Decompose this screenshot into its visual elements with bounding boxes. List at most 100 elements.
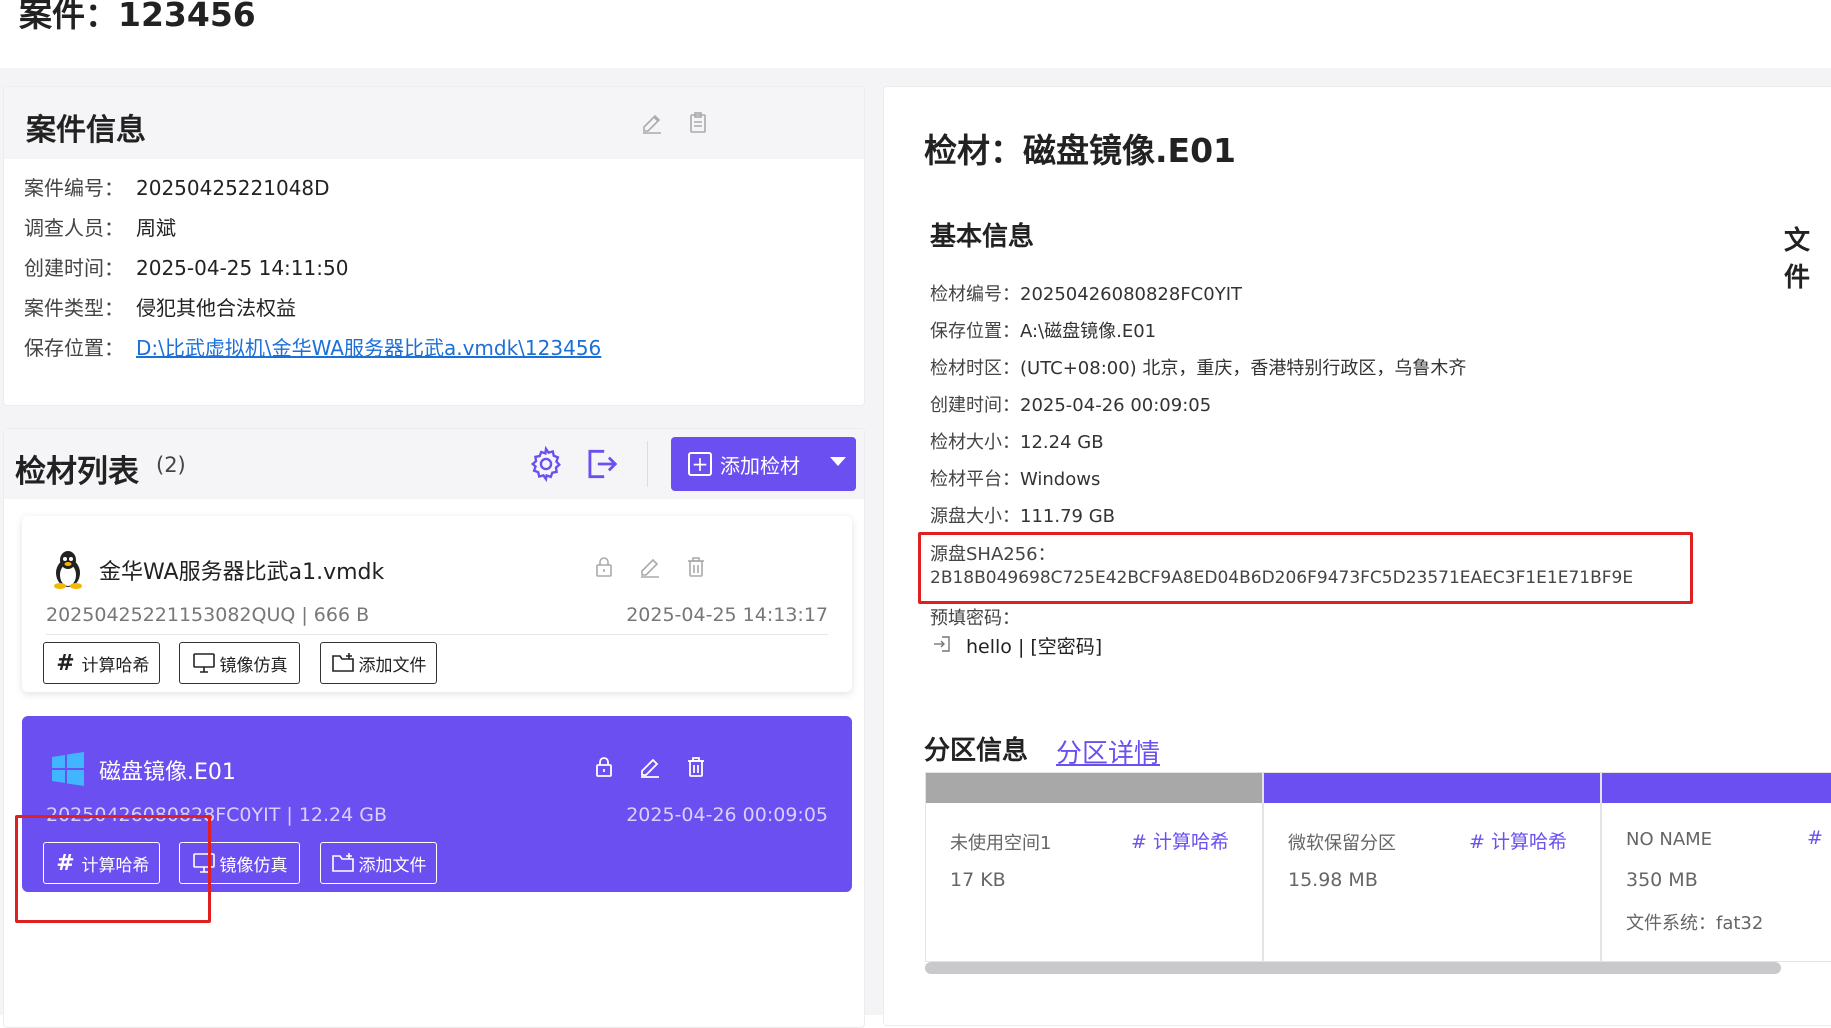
detail-row: 源盘大小：111.79 GB bbox=[930, 502, 1115, 528]
add-file-label: 添加文件 bbox=[358, 655, 427, 676]
password-value: hello | [空密码] bbox=[966, 636, 1103, 658]
investigator-label: 调查人员： bbox=[24, 216, 124, 240]
header-divider bbox=[647, 441, 648, 487]
basic-info-title: 基本信息 bbox=[930, 222, 1035, 252]
detail-label: 检材平台： bbox=[930, 469, 1020, 490]
evidence-list-title: 检材列表 bbox=[15, 454, 139, 490]
detail-value: 2025-04-26 00:09:05 bbox=[1020, 395, 1212, 416]
partition-name: NO NAME bbox=[1626, 829, 1713, 850]
partition-card[interactable]: 未使用空间1 # 计算哈希 17 KB bbox=[925, 772, 1263, 962]
detail-row: 保存位置：A:\磁盘镜像.E01 bbox=[930, 317, 1156, 343]
dropdown-caret-icon[interactable] bbox=[830, 457, 846, 466]
edit-icon[interactable] bbox=[640, 111, 664, 135]
partition-card[interactable]: NO NAME # 350 MB 文件系统：fat32 bbox=[1601, 772, 1831, 962]
partition-card[interactable]: 微软保留分区 # 计算哈希 15.98 MB bbox=[1263, 772, 1601, 962]
plus-icon: + bbox=[688, 452, 712, 476]
save-location-label: 保存位置： bbox=[24, 336, 124, 360]
password-label: 预填密码： bbox=[930, 608, 1020, 629]
detail-label: 保存位置： bbox=[930, 321, 1020, 342]
partition-hash-button[interactable]: # bbox=[1807, 827, 1823, 849]
case-info-title: 案件信息 bbox=[26, 113, 146, 148]
horizontal-scrollbar[interactable] bbox=[925, 962, 1781, 974]
evidence-date: 2025-04-26 00:09:05 bbox=[626, 804, 828, 826]
partition-size: 15.98 MB bbox=[1288, 869, 1378, 891]
evidence-list-header: 检材列表 (2) + 添加检材 bbox=[4, 429, 864, 499]
evidence-name: 磁盘镜像.E01 bbox=[99, 760, 236, 785]
created-time-label: 创建时间： bbox=[24, 256, 124, 280]
compute-hash-label: 计算哈希 bbox=[81, 655, 150, 676]
case-type-label: 案件类型： bbox=[24, 296, 124, 320]
add-evidence-button[interactable]: + 添加检材 bbox=[671, 437, 856, 491]
linux-tux-icon bbox=[54, 551, 82, 589]
partition-hash-button[interactable]: # 计算哈希 bbox=[1131, 827, 1229, 854]
save-location-link[interactable]: D:\比武虚拟机\金华WA服务器比武a.vmdk\123456 bbox=[136, 336, 601, 360]
divider bbox=[46, 634, 828, 635]
compute-hash-button[interactable]: # 计算哈希 bbox=[43, 642, 160, 684]
detail-value: 111.79 GB bbox=[1020, 506, 1116, 527]
detail-label: 源盘大小： bbox=[930, 506, 1020, 527]
trash-icon[interactable] bbox=[684, 555, 708, 579]
partition-bar bbox=[1602, 773, 1831, 803]
detail-row: 创建时间：2025-04-26 00:09:05 bbox=[930, 391, 1211, 417]
add-file-button[interactable]: 添加文件 bbox=[320, 842, 437, 884]
partition-bar bbox=[926, 773, 1262, 803]
detail-value: A:\磁盘镜像.E01 bbox=[1020, 321, 1157, 342]
partition-hash-button[interactable]: # 计算哈希 bbox=[1469, 827, 1567, 854]
monitor-icon bbox=[192, 653, 215, 673]
detail-row: 检材大小：12.24 GB bbox=[930, 428, 1104, 454]
partition-size: 350 MB bbox=[1626, 869, 1698, 891]
evidence-count: (2) bbox=[156, 453, 186, 477]
detail-value: Windows bbox=[1020, 469, 1101, 490]
detail-value: 12.24 GB bbox=[1020, 432, 1104, 453]
detail-value: (UTC+08:00) 北京，重庆，香港特别行政区，乌鲁木齐 bbox=[1020, 358, 1467, 379]
highlight-box bbox=[15, 815, 211, 923]
clipboard-icon[interactable] bbox=[686, 111, 710, 135]
detail-row: 检材编号：20250426080828FC0YIT bbox=[930, 280, 1242, 306]
image-emulate-label: 镜像仿真 bbox=[219, 855, 288, 876]
partition-filesystem: 文件系统：fat32 bbox=[1626, 913, 1764, 934]
highlight-box bbox=[918, 532, 1693, 604]
detail-label: 创建时间： bbox=[930, 395, 1020, 416]
created-time-value: 2025-04-25 14:11:50 bbox=[136, 256, 349, 280]
save-location-row: 保存位置： D:\比武虚拟机\金华WA服务器比武a.vmdk\123456 bbox=[24, 332, 601, 361]
created-time-row: 创建时间： 2025-04-25 14:11:50 bbox=[24, 252, 348, 281]
image-emulate-label: 镜像仿真 bbox=[219, 655, 288, 676]
lock-icon[interactable] bbox=[592, 755, 616, 779]
windows-icon bbox=[52, 752, 84, 786]
page-title: 案件：123456 bbox=[19, 0, 256, 34]
evidence-meta: 20250425221153082QUQ | 666 B bbox=[46, 604, 370, 626]
evidence-list-card: 检材列表 (2) + 添加检材 金华WA服务器比武a1.vmdk 2025042… bbox=[3, 428, 865, 1028]
trash-icon[interactable] bbox=[684, 755, 708, 779]
evidence-detail-title: 检材：磁盘镜像.E01 bbox=[924, 131, 1237, 170]
evidence-name: 金华WA服务器比武a1.vmdk bbox=[99, 560, 385, 585]
edit-icon[interactable] bbox=[638, 555, 662, 579]
investigator-value: 周斌 bbox=[136, 216, 176, 240]
hash-icon: # bbox=[56, 650, 75, 676]
settings-gear-icon[interactable] bbox=[527, 445, 565, 483]
case-type-row: 案件类型： 侵犯其他合法权益 bbox=[24, 292, 296, 321]
case-number-value: 20250425221048D bbox=[136, 176, 330, 200]
evidence-date: 2025-04-25 14:13:17 bbox=[626, 604, 828, 626]
detail-row: 检材时区：(UTC+08:00) 北京，重庆，香港特别行政区，乌鲁木齐 bbox=[930, 354, 1466, 380]
detail-value: 20250426080828FC0YIT bbox=[1020, 284, 1243, 305]
detail-label: 检材时区： bbox=[930, 358, 1020, 379]
investigator-row: 调查人员： 周斌 bbox=[24, 212, 176, 241]
evidence-item[interactable]: 金华WA服务器比武a1.vmdk 20250425221153082QUQ | … bbox=[22, 516, 852, 692]
partition-name: 未使用空间1 bbox=[950, 833, 1052, 854]
add-evidence-label: 添加检材 bbox=[720, 453, 800, 478]
add-file-button[interactable]: 添加文件 bbox=[320, 642, 437, 684]
file-info-title: 文件 bbox=[1784, 226, 1811, 293]
image-emulate-button[interactable]: 镜像仿真 bbox=[179, 642, 300, 684]
partition-detail-link[interactable]: 分区详情 bbox=[1056, 733, 1160, 770]
export-icon[interactable] bbox=[582, 445, 620, 483]
edit-icon[interactable] bbox=[638, 755, 662, 779]
lock-icon[interactable] bbox=[592, 555, 616, 579]
add-folder-icon bbox=[331, 653, 354, 672]
add-folder-icon bbox=[331, 853, 354, 872]
detail-row: 检材平台：Windows bbox=[930, 465, 1100, 491]
partition-bar bbox=[1264, 773, 1600, 803]
detail-label: 检材编号： bbox=[930, 284, 1020, 305]
case-number-row: 案件编号： 20250425221048D bbox=[24, 172, 330, 201]
add-file-label: 添加文件 bbox=[358, 855, 427, 876]
detail-label: 检材大小： bbox=[930, 432, 1020, 453]
